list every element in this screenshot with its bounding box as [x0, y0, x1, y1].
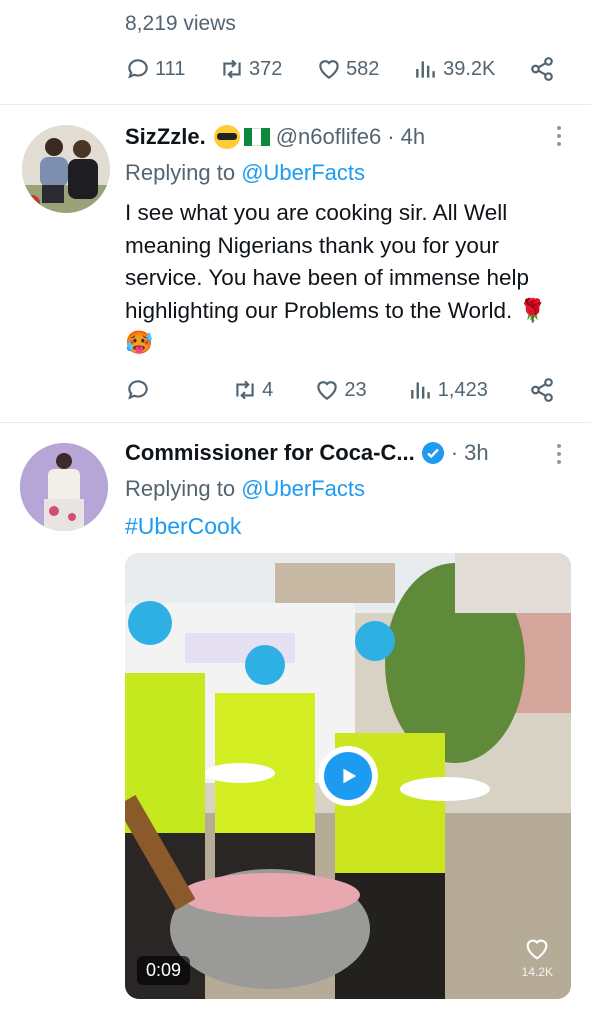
share-button[interactable]	[529, 56, 555, 82]
reply-button[interactable]: 111	[125, 56, 185, 82]
reply-count: 111	[155, 57, 186, 80]
like-icon	[317, 381, 338, 400]
more-icon[interactable]	[557, 126, 563, 146]
share-icon	[531, 57, 553, 81]
analytics-button[interactable]: 1,423	[408, 377, 488, 403]
analytics-icon	[410, 382, 430, 399]
more-icon[interactable]	[557, 444, 563, 464]
nigeria-flag-icon	[243, 128, 270, 146]
share-button[interactable]	[529, 377, 555, 403]
avatar[interactable]	[22, 125, 110, 213]
video-like[interactable]: 14.2K	[522, 935, 553, 979]
hashtag-link[interactable]: #UberCook	[125, 513, 241, 540]
analytics-button[interactable]: 39.2K	[413, 56, 495, 82]
analytics-count: 39.2K	[443, 57, 496, 80]
retweet-button[interactable]: 372	[219, 56, 282, 82]
tweet-time: · 3h	[450, 440, 489, 465]
sunglasses-emoji-icon	[213, 125, 240, 149]
reply-icon	[128, 380, 148, 400]
user-handle[interactable]: @n6oflife6	[276, 124, 382, 150]
author-row: Commissioner for Coca-C... · 3h	[125, 440, 489, 466]
tweet-actions: 4 23 1,423	[125, 377, 555, 403]
retweet-button[interactable]: 4	[232, 377, 273, 403]
retweet-count: 4	[262, 378, 274, 401]
tweet-time: · 4h	[387, 124, 426, 149]
view-count: 8,219 views	[125, 12, 236, 35]
video-duration: 0:09	[137, 956, 191, 985]
play-icon	[343, 768, 357, 784]
display-name[interactable]: SizZzle.	[125, 124, 206, 150]
reply-icon	[128, 59, 148, 79]
video-player[interactable]: 0:09 14.2K	[125, 553, 571, 999]
author-row: SizZzle. @n6oflife6 · 4h	[125, 124, 425, 150]
divider	[0, 422, 591, 423]
analytics-count: 1,423	[437, 378, 488, 401]
replying-to: Replying to @UberFacts	[125, 476, 365, 502]
verified-icon	[421, 442, 444, 464]
retweet-icon	[223, 59, 241, 79]
avatar-photo	[22, 125, 110, 213]
like-icon	[526, 939, 548, 960]
replying-label: Replying to	[125, 476, 242, 501]
like-icon	[319, 60, 339, 79]
like-count: 582	[346, 57, 380, 80]
like-count: 23	[344, 378, 367, 401]
reply-button[interactable]	[125, 377, 151, 403]
replying-to-link[interactable]: @UberFacts	[241, 476, 365, 501]
replying-label: Replying to	[125, 160, 242, 185]
retweet-icon	[236, 380, 254, 400]
display-name[interactable]: Commissioner for Coca-C...	[125, 440, 415, 466]
share-icon	[531, 378, 553, 402]
play-button[interactable]	[318, 746, 378, 806]
analytics-icon	[416, 61, 435, 78]
avatar[interactable]	[20, 443, 108, 531]
replying-to: Replying to @UberFacts	[125, 160, 365, 186]
video-like-count: 14.2K	[521, 965, 553, 979]
avatar-photo	[20, 443, 108, 531]
retweet-count: 372	[249, 57, 283, 80]
divider	[0, 104, 591, 105]
like-button[interactable]: 23	[314, 377, 367, 403]
replying-to-link[interactable]: @UberFacts	[241, 160, 365, 185]
tweet-actions: 111 372 582 39.2K	[125, 56, 555, 82]
tweet-text: I see what you are cooking sir. All Well…	[125, 200, 547, 355]
like-button[interactable]: 582	[316, 56, 379, 82]
